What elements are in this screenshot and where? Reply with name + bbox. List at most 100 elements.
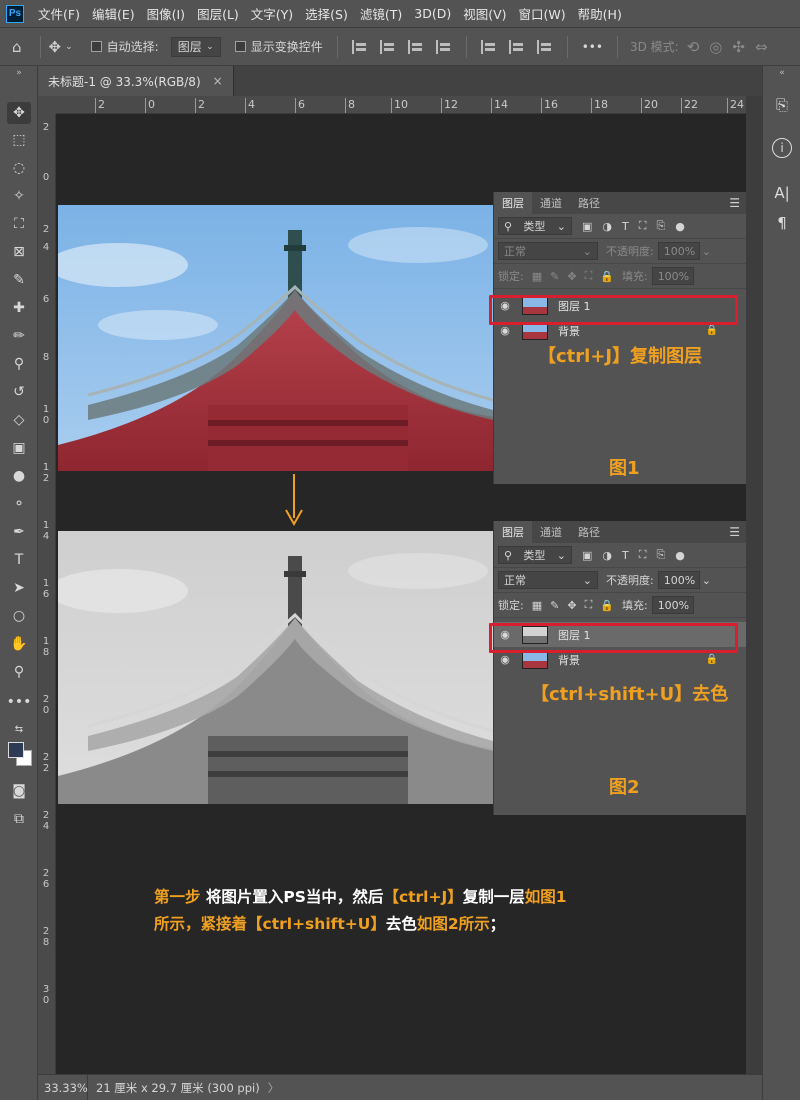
ellipse-tool-icon[interactable]: ○ [7, 605, 31, 627]
info-panel-icon[interactable]: i [772, 138, 792, 158]
menu-window[interactable]: 窗口(W) [513, 4, 572, 23]
zoom-tool-icon[interactable]: ⚲ [7, 661, 31, 683]
lock-transparent-icon[interactable]: ▦ [532, 270, 542, 283]
lasso-tool-icon[interactable]: ◌ [7, 157, 31, 179]
filter-pixel-icon[interactable]: ▣ [582, 549, 592, 562]
blur-tool-icon[interactable]: ● [7, 465, 31, 487]
pen-tool-icon[interactable]: ✒ [7, 521, 31, 543]
history-brush-tool-icon[interactable]: ↺ [7, 381, 31, 403]
panel-menu-icon[interactable]: ☰ [729, 196, 740, 210]
3d-orbit-icon[interactable]: ⟲ [687, 38, 700, 56]
paragraph-panel-icon[interactable]: ¶ [771, 212, 793, 234]
lock-all-icon[interactable]: 🔒 [600, 270, 614, 283]
filter-adjustment-icon[interactable]: ◑ [602, 220, 612, 233]
menu-type[interactable]: 文字(Y) [245, 4, 299, 23]
tab-paths[interactable]: 路径 [570, 192, 608, 214]
menu-help[interactable]: 帮助(H) [572, 4, 628, 23]
lock-artboard-icon[interactable]: ⛶ [585, 269, 593, 283]
tab-paths[interactable]: 路径 [570, 521, 608, 543]
chevron-down-icon[interactable]: ⌄ [65, 42, 73, 52]
gradient-tool-icon[interactable]: ▣ [7, 437, 31, 459]
layer-filter-dropdown[interactable]: ⚲ 类型 ⌄ [498, 546, 572, 564]
chevron-down-icon[interactable]: ⌄ [702, 245, 711, 258]
align-left-icon[interactable] [351, 39, 368, 54]
stamp-tool-icon[interactable]: ⚲ [7, 353, 31, 375]
home-icon[interactable]: ⌂ [12, 38, 22, 56]
move-tool-icon[interactable]: ✥ [7, 102, 31, 124]
lock-pixels-icon[interactable]: ✎ [550, 270, 559, 283]
path-select-tool-icon[interactable]: ➤ [7, 577, 31, 599]
filter-type-icon[interactable]: T [622, 549, 629, 562]
filter-type-icon[interactable]: T [622, 220, 629, 233]
lock-pixels-icon[interactable]: ✎ [550, 599, 559, 612]
marquee-tool-icon[interactable]: ⬚ [7, 129, 31, 151]
layer-filter-dropdown[interactable]: ⚲ 类型 ⌄ [498, 217, 572, 235]
eyedropper-tool-icon[interactable]: ✎ [7, 269, 31, 291]
filter-toggle-icon[interactable]: ● [675, 549, 685, 562]
blend-mode-dropdown[interactable]: 正常 ⌄ [498, 571, 598, 589]
dodge-tool-icon[interactable]: ⚬ [7, 493, 31, 515]
hand-tool-icon[interactable]: ✋ [7, 633, 31, 655]
tab-channels[interactable]: 通道 [532, 521, 570, 543]
vertical-scrollbar[interactable] [746, 96, 762, 1074]
crop-tool-icon[interactable]: ⛶ [7, 213, 31, 235]
menu-view[interactable]: 视图(V) [457, 4, 512, 23]
menu-file[interactable]: 文件(F) [32, 4, 86, 23]
show-transform-checkbox[interactable] [234, 41, 246, 52]
character-panel-icon[interactable]: A| [771, 182, 793, 204]
align-center-icon[interactable] [379, 39, 396, 54]
document-tab[interactable]: 未标题-1 @ 33.3%(RGB/8) × [38, 66, 234, 96]
menu-3d[interactable]: 3D(D) [408, 6, 457, 21]
menu-layer[interactable]: 图层(L) [191, 4, 245, 23]
blend-mode-dropdown[interactable]: 正常 ⌄ [498, 242, 598, 260]
screen-mode-icon[interactable]: ⧉ [7, 808, 31, 830]
filter-pixel-icon[interactable]: ▣ [582, 220, 592, 233]
collapse-dock-button[interactable]: « [763, 66, 800, 80]
align-top-icon[interactable] [480, 39, 497, 54]
lock-position-icon[interactable]: ✥ [567, 270, 576, 283]
menu-edit[interactable]: 编辑(E) [86, 4, 141, 23]
filter-shape-icon[interactable]: ⛶ [639, 548, 647, 562]
lock-transparent-icon[interactable]: ▦ [532, 599, 542, 612]
filter-shape-icon[interactable]: ⛶ [639, 219, 647, 233]
fill-input[interactable]: 100% [651, 267, 694, 285]
eye-icon[interactable]: ◉ [494, 324, 516, 337]
move-tool-icon[interactable]: ✥ [49, 38, 62, 56]
fill-input[interactable]: 100% [651, 596, 694, 614]
align-bottom-icon[interactable] [536, 39, 553, 54]
magic-wand-tool-icon[interactable]: ✧ [7, 185, 31, 207]
auto-select-dropdown[interactable]: 图层 ⌄ [170, 36, 221, 57]
zoom-level-field[interactable]: 33.33% [38, 1075, 88, 1100]
type-tool-icon[interactable]: T [7, 549, 31, 571]
healing-brush-tool-icon[interactable]: ✚ [7, 297, 31, 319]
auto-select-checkbox[interactable] [90, 41, 102, 52]
foreground-color-swatch[interactable] [8, 742, 24, 758]
tab-channels[interactable]: 通道 [532, 192, 570, 214]
opacity-input[interactable]: 100% [657, 242, 700, 260]
more-options-button[interactable]: ••• [582, 40, 603, 54]
chevron-down-icon[interactable]: ⌄ [702, 574, 711, 587]
opacity-input[interactable]: 100% [657, 571, 700, 589]
lock-all-icon[interactable]: 🔒 [600, 599, 614, 612]
filter-smart-object-icon[interactable]: ⎘ [656, 219, 665, 233]
align-right-icon[interactable] [407, 39, 424, 54]
brush-tool-icon[interactable]: ✏ [7, 325, 31, 347]
lock-position-icon[interactable]: ✥ [567, 599, 576, 612]
tab-layers[interactable]: 图层 [494, 192, 532, 214]
frame-tool-icon[interactable]: ⊠ [7, 241, 31, 263]
3d-slide-icon[interactable]: ⇔ [755, 38, 768, 56]
close-icon[interactable]: × [213, 74, 223, 88]
status-menu-arrow-icon[interactable]: 〉 [268, 1080, 280, 1096]
eye-icon[interactable]: ◉ [494, 653, 516, 666]
swap-colors-icon[interactable]: ⇆ [7, 718, 31, 740]
menu-filter[interactable]: 滤镜(T) [354, 4, 408, 23]
lock-artboard-icon[interactable]: ⛶ [585, 598, 593, 612]
3d-pan-icon[interactable]: ✣ [732, 38, 745, 56]
eraser-tool-icon[interactable]: ◇ [7, 409, 31, 431]
align-middle-icon[interactable] [508, 39, 525, 54]
menu-select[interactable]: 选择(S) [299, 4, 354, 23]
quick-mask-icon[interactable]: ◙ [7, 780, 31, 802]
edit-toolbar-icon[interactable]: ••• [7, 691, 32, 713]
panel-menu-icon[interactable]: ☰ [729, 525, 740, 539]
history-panel-icon[interactable]: ⎘ [771, 94, 793, 116]
